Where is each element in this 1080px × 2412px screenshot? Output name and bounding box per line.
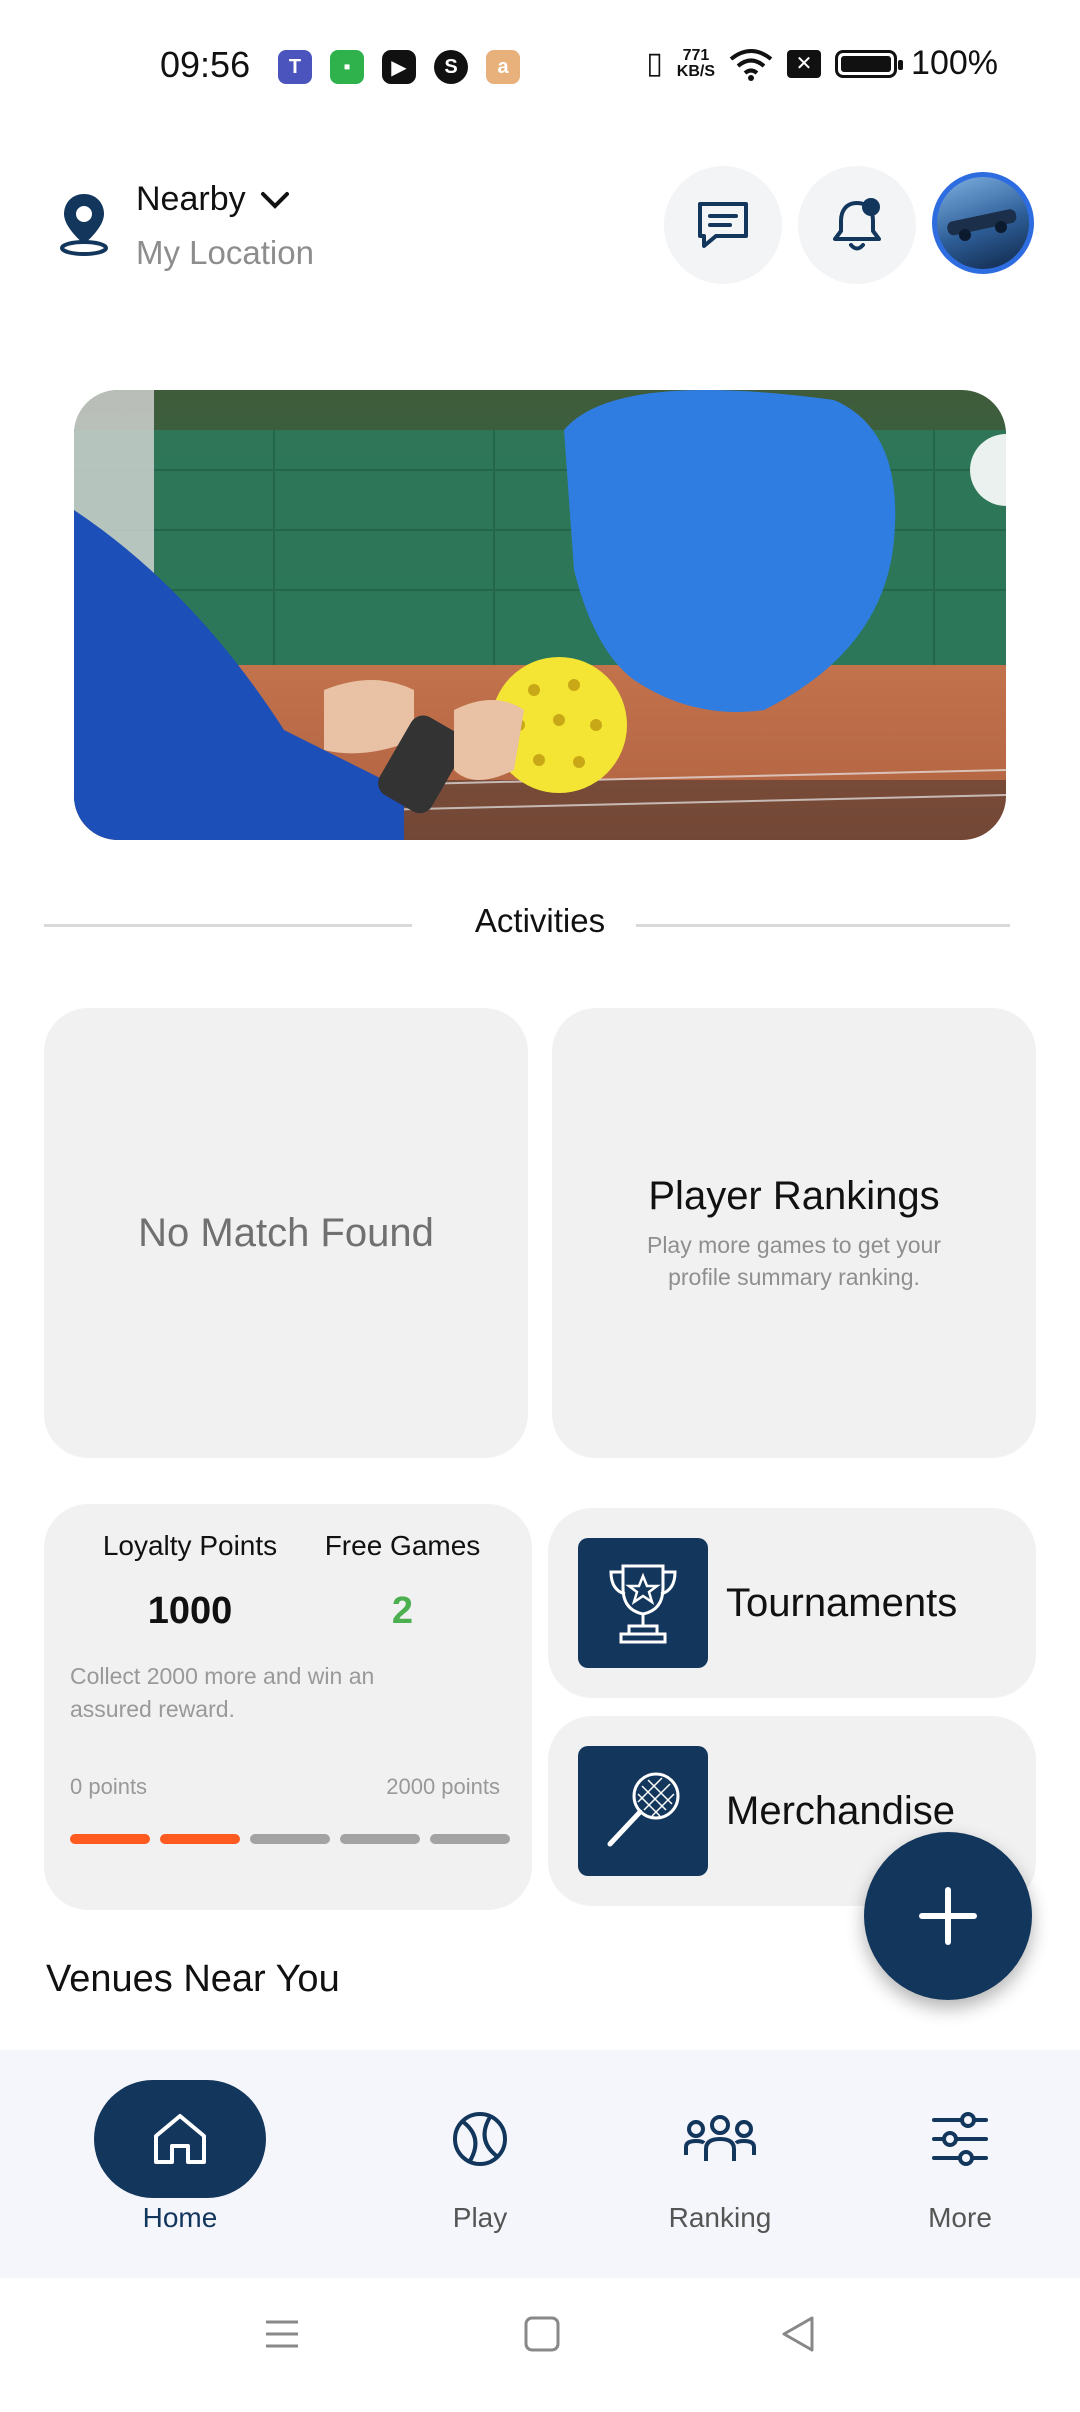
- plus-icon: [919, 1887, 977, 1945]
- menu-icon[interactable]: [262, 2314, 302, 2354]
- wifi-icon: [729, 48, 773, 81]
- nav-home[interactable]: Home: [90, 2080, 270, 2260]
- loyalty-points-value: 1000: [147, 1590, 233, 1632]
- chevron-down-icon: [260, 191, 289, 209]
- nav-play[interactable]: Play: [390, 2080, 570, 2260]
- battery-icon: [835, 49, 904, 78]
- player-rankings-card[interactable]: Player Rankings Play more games to get y…: [552, 1008, 1036, 1458]
- free-games-value: 2: [391, 1590, 414, 1632]
- vibrate-icon: ▯: [646, 47, 663, 80]
- home-square-icon[interactable]: [522, 2314, 562, 2354]
- loyalty-points-label: Loyalty Points: [102, 1530, 278, 1561]
- progress-segment: [70, 1834, 150, 1844]
- system-nav-bar: [0, 2278, 1080, 2412]
- add-fab-button[interactable]: [864, 1832, 1032, 2000]
- free-games-label: Free Games: [324, 1530, 481, 1561]
- nav-more-label: More: [928, 2202, 992, 2233]
- net-speed-unit: KB/S: [676, 62, 716, 80]
- nav-play-pill: [394, 2080, 566, 2198]
- nav-home-pill: [94, 2080, 266, 2198]
- no-match-text: No Match Found: [138, 1210, 434, 1255]
- progress-min-label: 0 points: [70, 1774, 148, 1799]
- progress-segment: [430, 1834, 510, 1844]
- racket-icon: [578, 1746, 708, 1876]
- net-speed-value: 771: [682, 46, 710, 64]
- messages-button[interactable]: [664, 166, 782, 284]
- net-speed: 771 KB/S: [676, 46, 716, 80]
- nav-home-label: Home: [142, 2202, 218, 2233]
- back-icon[interactable]: [778, 2314, 818, 2354]
- location-selector[interactable]: Nearby: [136, 180, 290, 219]
- sim-icon: ✕: [787, 49, 822, 78]
- avatar[interactable]: [932, 172, 1034, 274]
- progress-segment: [340, 1834, 420, 1844]
- section-title-activities: Activities: [474, 902, 606, 939]
- nav-play-label: Play: [452, 2202, 508, 2233]
- nav-ranking-label: Ranking: [668, 2202, 772, 2233]
- match-card[interactable]: No Match Found: [44, 1008, 528, 1458]
- sliders-icon: [932, 2112, 988, 2166]
- battery-level: 100%: [911, 44, 998, 82]
- amazon-icon: a: [486, 50, 520, 84]
- rankings-subtitle: Play more games to get your profile summ…: [646, 1231, 942, 1290]
- skype-icon: S: [434, 50, 468, 84]
- trophy-icon: [578, 1538, 708, 1668]
- chat-icon: [698, 202, 748, 248]
- rankings-title: Player Rankings: [648, 1173, 940, 1218]
- avatar-image: [947, 209, 1017, 241]
- location-subtitle: My Location: [136, 234, 314, 271]
- progress-segment: [250, 1834, 330, 1844]
- section-title-venues: Venues Near You: [46, 1958, 340, 2000]
- progress-max-label: 2000 points: [386, 1774, 500, 1799]
- home-icon: [154, 2114, 206, 2164]
- ball-icon: [453, 2112, 507, 2166]
- loyalty-note: Collect 2000 more and win an assured rew…: [70, 1663, 375, 1722]
- nav-more-pill: [874, 2080, 1046, 2198]
- users-icon: [684, 2115, 756, 2161]
- progress-segment: [160, 1834, 240, 1844]
- bell-icon: [833, 198, 881, 251]
- promo-banner[interactable]: [74, 390, 1006, 840]
- app-icon: ▪: [330, 50, 364, 84]
- tournaments-label: Tournaments: [726, 1580, 958, 1625]
- nav-more[interactable]: More: [870, 2080, 1050, 2260]
- status-bar: 09:56 T ▪ ▶ S a ▯ 771 KB/S ✕ 100%: [0, 0, 1080, 140]
- status-time: 09:56: [160, 44, 251, 85]
- merchandise-label: Merchandise: [726, 1788, 956, 1833]
- location-title: Nearby: [136, 180, 246, 218]
- tournaments-card[interactable]: Tournaments: [548, 1508, 1036, 1698]
- nav-ranking-pill: [634, 2080, 806, 2198]
- location-pin-icon[interactable]: [52, 190, 116, 258]
- pickleball-banner-image: [74, 390, 1006, 840]
- divider-right: [636, 924, 1010, 927]
- youtube-icon: ▶: [382, 50, 416, 84]
- nav-ranking[interactable]: Ranking: [630, 2080, 810, 2260]
- notifications-button[interactable]: [798, 166, 916, 284]
- teams-icon: T: [278, 50, 312, 84]
